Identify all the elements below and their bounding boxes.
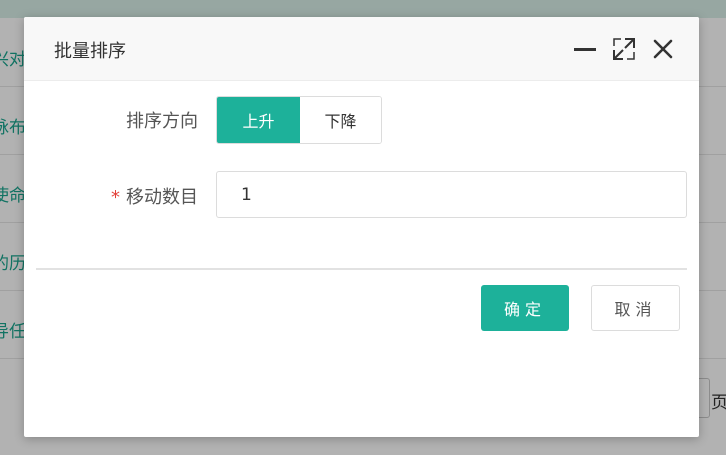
close-icon[interactable]: [651, 37, 675, 61]
batch-sort-dialog: 批量排序 排序方向 上升 下降 * 移动数目 1 确定 取消: [24, 17, 699, 437]
move-count-label: * 移动数目: [111, 183, 198, 209]
sort-direction-toggle: 上升 下降: [216, 96, 382, 144]
sort-descending-button[interactable]: 下降: [300, 97, 381, 143]
cancel-button[interactable]: 取消: [591, 285, 680, 331]
minimize-icon[interactable]: [573, 37, 597, 61]
sort-ascending-button[interactable]: 上升: [217, 97, 300, 143]
dialog-footer-divider: [36, 268, 687, 270]
move-count-label-text: 移动数目: [126, 187, 198, 208]
confirm-button[interactable]: 确定: [481, 285, 569, 331]
dialog-title: 批量排序: [54, 41, 126, 62]
move-count-input[interactable]: [216, 171, 687, 218]
sort-direction-label: 排序方向: [126, 111, 198, 132]
maximize-icon[interactable]: [612, 37, 636, 61]
required-mark: *: [111, 187, 120, 208]
dialog-header: 批量排序: [24, 17, 699, 81]
